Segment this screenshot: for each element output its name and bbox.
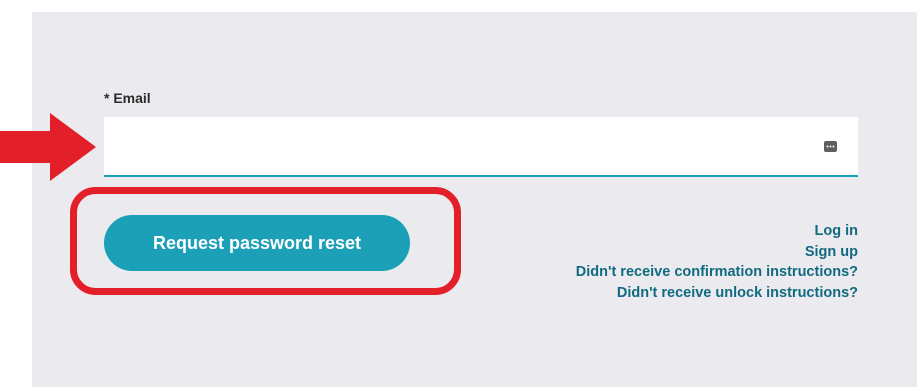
auth-links: Log in Sign up Didn't receive confirmati… [576, 221, 858, 303]
red-arrow-right-icon [0, 113, 100, 181]
request-password-reset-button[interactable]: Request password reset [104, 215, 410, 271]
autofill-key-icon[interactable] [824, 139, 837, 152]
confirmation-instructions-link[interactable]: Didn't receive confirmation instructions… [576, 262, 858, 283]
unlock-instructions-link[interactable]: Didn't receive unlock instructions? [576, 283, 858, 304]
email-field[interactable] [104, 117, 858, 177]
email-label: * Email [104, 90, 151, 106]
log-in-link[interactable]: Log in [576, 221, 859, 242]
sign-up-link[interactable]: Sign up [576, 242, 858, 263]
